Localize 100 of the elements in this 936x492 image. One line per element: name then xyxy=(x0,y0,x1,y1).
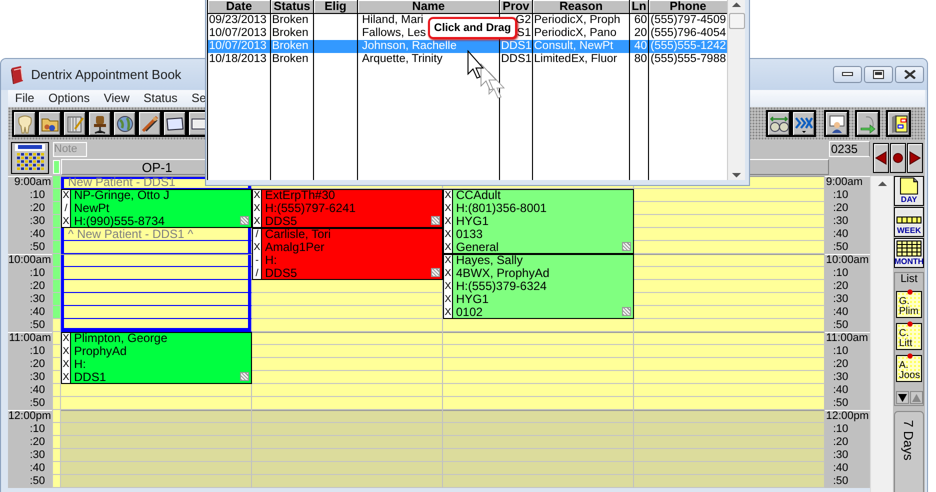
appointment-text: 0133 xyxy=(456,228,484,241)
view-button[interactable]: DAY xyxy=(894,176,924,206)
time-label: 11:00am xyxy=(825,332,870,345)
column-header[interactable]: Ln xyxy=(630,0,649,14)
column-header[interactable]: Reason xyxy=(533,0,630,14)
maximize-button[interactable] xyxy=(864,66,893,83)
time-slot[interactable] xyxy=(61,293,252,306)
dot-icon xyxy=(892,152,904,164)
scrollbar[interactable] xyxy=(870,176,893,492)
toolbar-button[interactable] xyxy=(824,110,849,137)
appointment-text: H: xyxy=(74,358,86,371)
menu-item[interactable]: Options xyxy=(41,90,97,107)
right-arrow-icon xyxy=(909,150,921,166)
appointment-text: Carlisle, Tori xyxy=(265,228,331,241)
toolbar-button[interactable] xyxy=(62,110,87,137)
scroll-up-icon xyxy=(878,181,886,187)
appointment-block[interactable]: X / X NP-Gringe, Otto J NewPt H:(990)555-8734 xyxy=(61,189,252,228)
time-slot[interactable] xyxy=(61,280,252,293)
appointment-text: ProphyAd xyxy=(74,345,128,358)
today-button[interactable] xyxy=(890,143,906,173)
column-header[interactable]: Status xyxy=(271,0,314,14)
pin-icon xyxy=(907,353,913,359)
month-button[interactable] xyxy=(11,142,49,174)
resize-grip-icon[interactable] xyxy=(240,372,249,381)
menu-item[interactable]: File xyxy=(8,90,42,107)
menu-item[interactable]: Status xyxy=(136,90,185,107)
time-label: :30 xyxy=(8,215,52,228)
time-label: :20 xyxy=(825,202,870,215)
time-slot[interactable]: ^ New Patient - DDS1 ^ xyxy=(61,228,252,241)
side-tab[interactable]: 7 Days xyxy=(894,411,924,492)
calendar-icon xyxy=(14,143,46,172)
sticky-note[interactable]: A. Joos xyxy=(896,355,922,382)
time-slot[interactable] xyxy=(61,306,252,319)
toolbar-button[interactable] xyxy=(766,110,791,137)
sticky-note[interactable]: C. Litt xyxy=(896,323,922,350)
resize-grip-icon[interactable] xyxy=(431,216,440,225)
toolbar-button[interactable] xyxy=(137,110,162,137)
resize-grip-icon[interactable] xyxy=(240,216,249,225)
time-label: :50 xyxy=(8,319,52,332)
restore-icon xyxy=(873,70,884,79)
status-mark: X xyxy=(444,242,452,255)
toolbar-button[interactable] xyxy=(112,110,137,137)
toolbar-button[interactable] xyxy=(791,110,816,137)
column-header[interactable]: Prov xyxy=(500,0,533,14)
time-label: :50 xyxy=(825,475,870,488)
toolbar-button[interactable] xyxy=(37,110,62,137)
toolbar-button[interactable] xyxy=(886,110,911,137)
status-mark: X xyxy=(62,216,70,229)
column-header[interactable]: Phone xyxy=(649,0,728,14)
scroll-down-button[interactable] xyxy=(896,391,908,404)
time-label: 12:00pm xyxy=(825,410,870,423)
time-label: :40 xyxy=(825,384,870,397)
toolbar-button[interactable] xyxy=(162,110,187,137)
appointment-block[interactable]: / X - / Carlisle, Tori Amalg1Per H: DDS5 xyxy=(252,228,443,280)
appointment-block[interactable]: X X X X X Hayes, Sally 4BWX, ProphyAd H:(555)379-6324 HYG1 0102 xyxy=(443,254,634,319)
table-cell: DDS1 xyxy=(500,53,533,66)
binoculars-icon xyxy=(768,114,788,134)
time-slot[interactable] xyxy=(61,241,252,254)
table-cell: 80 xyxy=(630,53,649,66)
time-label: :10 xyxy=(8,189,52,202)
view-button[interactable]: WEEK xyxy=(894,207,924,237)
toolbar-button[interactable] xyxy=(87,110,112,137)
status-mark: X xyxy=(444,190,452,203)
appointment-block[interactable]: X X X X X CCAdult H:(801)356-8001 HYG1 0133 General xyxy=(443,189,634,254)
appointment-block[interactable]: X X X ExtErpTh#30 H:(555)797-6241 DDS5 xyxy=(252,189,443,228)
time-slot[interactable] xyxy=(61,319,252,332)
close-button[interactable] xyxy=(895,66,924,83)
resize-grip-icon[interactable] xyxy=(431,268,440,277)
next-button[interactable] xyxy=(907,143,923,173)
column-header[interactable]: Elig xyxy=(314,0,358,14)
time-slot[interactable] xyxy=(61,254,252,267)
note-text: A. Joos xyxy=(899,360,920,381)
resize-grip-icon[interactable] xyxy=(622,307,631,316)
appointment-text: DDS1 xyxy=(74,371,108,384)
appointment-text: CCAdult xyxy=(456,189,502,202)
appointment-block[interactable]: X X X X Plimpton, George ProphyAd H: DDS1 xyxy=(61,332,252,384)
resize-grip-icon[interactable] xyxy=(622,242,631,251)
scrollbar[interactable] xyxy=(727,0,745,180)
scroll-thumb[interactable] xyxy=(728,13,744,29)
notepad-icon xyxy=(64,114,84,134)
status-mark: X xyxy=(444,203,452,216)
time-label: 10:00am xyxy=(825,254,870,267)
appointment-text: 4BWX, ProphyAd xyxy=(456,267,550,280)
previous-button[interactable] xyxy=(873,143,889,173)
time-label: :10 xyxy=(825,267,870,280)
toolbar-button[interactable] xyxy=(12,110,37,137)
note-field[interactable]: Note xyxy=(53,142,87,156)
pin-icon xyxy=(907,289,913,295)
menu-item[interactable]: View xyxy=(96,90,136,107)
time-label: :50 xyxy=(825,319,870,332)
table-cell: 60 xyxy=(630,14,649,27)
sticky-note[interactable]: G. Plim xyxy=(896,291,922,318)
toolbar-button[interactable] xyxy=(855,110,880,137)
time-label: :50 xyxy=(8,397,52,410)
status-mark: X xyxy=(444,216,452,229)
column-header[interactable]: Name xyxy=(358,0,500,14)
column-header[interactable]: Date xyxy=(208,0,271,14)
time-slot[interactable] xyxy=(61,267,252,280)
scroll-up-icon xyxy=(732,2,741,8)
minimize-button[interactable] xyxy=(833,66,862,83)
